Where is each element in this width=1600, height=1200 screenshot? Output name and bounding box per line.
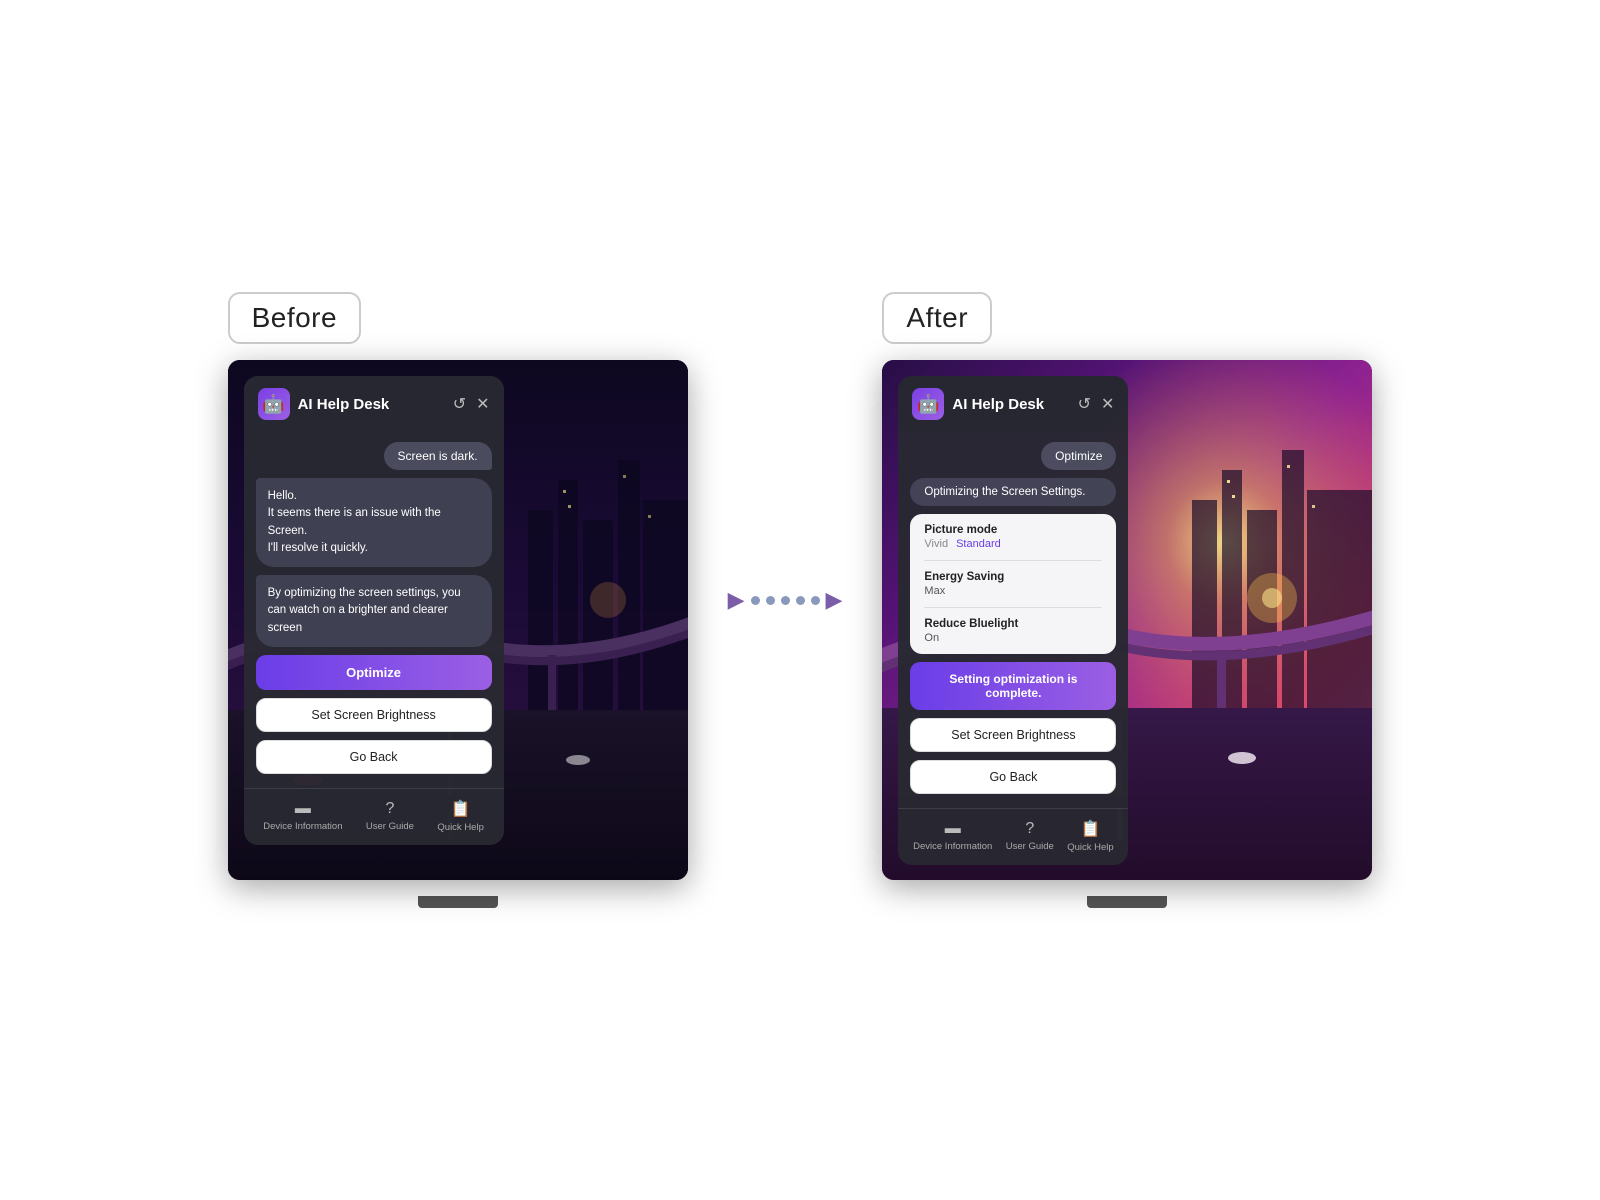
after-reduce-bluelight-label: Reduce Bluelight xyxy=(924,618,1102,630)
after-energy-saving-row: Energy Saving Max xyxy=(924,571,1102,597)
after-tv-stand xyxy=(1087,896,1167,908)
after-picture-mode-new: Standard xyxy=(956,538,1001,550)
after-optimize-tag: Optimize xyxy=(1041,442,1116,470)
after-reduce-bluelight-row: Reduce Bluelight On xyxy=(924,618,1102,644)
after-picture-mode-row: Picture mode Vivid Standard xyxy=(924,524,1102,550)
before-tv-stand xyxy=(418,896,498,908)
after-bot-icon: 🤖 xyxy=(912,388,944,420)
before-quick-help-icon: 📋 xyxy=(451,799,471,819)
after-complete-button: Setting optimization is complete. xyxy=(910,662,1116,710)
before-bot-message-1: Hello. It seems there is an issue with t… xyxy=(256,478,492,567)
before-panel-title: AI Help Desk xyxy=(298,396,390,413)
connector: ▶ ▶ xyxy=(728,587,843,613)
after-reset-icon[interactable]: ↺ xyxy=(1078,394,1091,414)
after-panel-wrapper: After xyxy=(882,292,1372,908)
before-header-actions: ↺ ✕ xyxy=(453,394,490,414)
before-bot-message-2: By optimizing the screen settings, you c… xyxy=(256,575,492,647)
after-picture-mode-values: Vivid Standard xyxy=(924,538,1102,550)
before-panel-footer: ▬ Device Information ? User Guide 📋 Quic… xyxy=(244,788,504,845)
after-picture-mode-label: Picture mode xyxy=(924,524,1102,536)
before-label: Before xyxy=(228,292,362,344)
after-footer-quick-help[interactable]: 📋 Quick Help xyxy=(1067,819,1113,853)
before-quick-help-label: Quick Help xyxy=(437,822,483,833)
after-panel-header: 🤖 AI Help Desk ↺ ✕ xyxy=(898,376,1128,432)
after-picture-mode-old: Vivid xyxy=(924,538,948,550)
after-reduce-bluelight-values: On xyxy=(924,632,1102,644)
after-energy-saving-val: Max xyxy=(924,585,945,597)
connector-dot-3 xyxy=(781,596,790,605)
before-overlay-panel: 🤖 AI Help Desk ↺ ✕ Screen is dark. Hello… xyxy=(244,376,504,845)
after-overlay-panel: 🤖 AI Help Desk ↺ ✕ Optimize Optimizing t… xyxy=(898,376,1128,865)
before-go-back-button[interactable]: Go Back xyxy=(256,740,492,774)
after-settings-card: Picture mode Vivid Standard Energy Savin… xyxy=(910,514,1116,654)
after-quick-help-icon: 📋 xyxy=(1081,819,1101,839)
before-footer-user-guide[interactable]: ? User Guide xyxy=(366,800,414,832)
connector-dot-5 xyxy=(811,596,820,605)
after-header-left: 🤖 AI Help Desk xyxy=(912,388,1044,420)
after-panel-footer: ▬ Device Information ? User Guide 📋 Quic… xyxy=(898,808,1128,865)
connector-arrow-left: ▶ xyxy=(728,587,745,613)
before-user-guide-icon: ? xyxy=(385,800,394,818)
after-user-guide-label: User Guide xyxy=(1006,841,1054,852)
before-header-left: 🤖 AI Help Desk xyxy=(258,388,390,420)
after-label: After xyxy=(882,292,992,344)
after-user-guide-icon: ? xyxy=(1025,820,1034,838)
before-panel-header: 🤖 AI Help Desk ↺ ✕ xyxy=(244,376,504,432)
connector-dot-4 xyxy=(796,596,805,605)
after-footer-user-guide[interactable]: ? User Guide xyxy=(1006,820,1054,852)
before-footer-quick-help[interactable]: 📋 Quick Help xyxy=(437,799,483,833)
after-status-message: Optimizing the Screen Settings. xyxy=(910,478,1116,506)
after-set-brightness-button[interactable]: Set Screen Brightness xyxy=(910,718,1116,752)
after-energy-saving-label: Energy Saving xyxy=(924,571,1102,583)
before-close-icon[interactable]: ✕ xyxy=(476,394,489,414)
after-reduce-bluelight-val: On xyxy=(924,632,939,644)
before-bot-icon: 🤖 xyxy=(258,388,290,420)
connector-dot-2 xyxy=(766,596,775,605)
after-energy-saving-values: Max xyxy=(924,585,1102,597)
before-reset-icon[interactable]: ↺ xyxy=(453,394,466,414)
main-container: Before xyxy=(0,292,1600,908)
before-footer-device-info[interactable]: ▬ Device Information xyxy=(263,800,342,832)
before-panel-body: Screen is dark. Hello. It seems there is… xyxy=(244,432,504,784)
after-device-info-label: Device Information xyxy=(913,841,992,852)
after-divider-1 xyxy=(924,560,1102,561)
after-tv-screen: 🤖 AI Help Desk ↺ ✕ Optimize Optimizing t… xyxy=(882,360,1372,880)
connector-dot-1 xyxy=(751,596,760,605)
after-divider-2 xyxy=(924,607,1102,608)
before-device-info-icon: ▬ xyxy=(295,800,311,818)
before-device-info-label: Device Information xyxy=(263,821,342,832)
after-quick-help-label: Quick Help xyxy=(1067,842,1113,853)
after-panel-body: Optimize Optimizing the Screen Settings.… xyxy=(898,432,1128,804)
before-set-brightness-button[interactable]: Set Screen Brightness xyxy=(256,698,492,732)
after-close-icon[interactable]: ✕ xyxy=(1101,394,1114,414)
before-optimize-button[interactable]: Optimize xyxy=(256,655,492,690)
before-panel-wrapper: Before xyxy=(228,292,688,908)
after-header-actions: ↺ ✕ xyxy=(1078,394,1115,414)
after-panel-title: AI Help Desk xyxy=(952,396,1044,413)
before-user-message: Screen is dark. xyxy=(384,442,492,470)
after-footer-device-info[interactable]: ▬ Device Information xyxy=(913,820,992,852)
before-user-guide-label: User Guide xyxy=(366,821,414,832)
after-go-back-button[interactable]: Go Back xyxy=(910,760,1116,794)
connector-arrow-right: ▶ xyxy=(826,587,843,613)
before-tv-screen: 🤖 AI Help Desk ↺ ✕ Screen is dark. Hello… xyxy=(228,360,688,880)
after-device-info-icon: ▬ xyxy=(945,820,961,838)
